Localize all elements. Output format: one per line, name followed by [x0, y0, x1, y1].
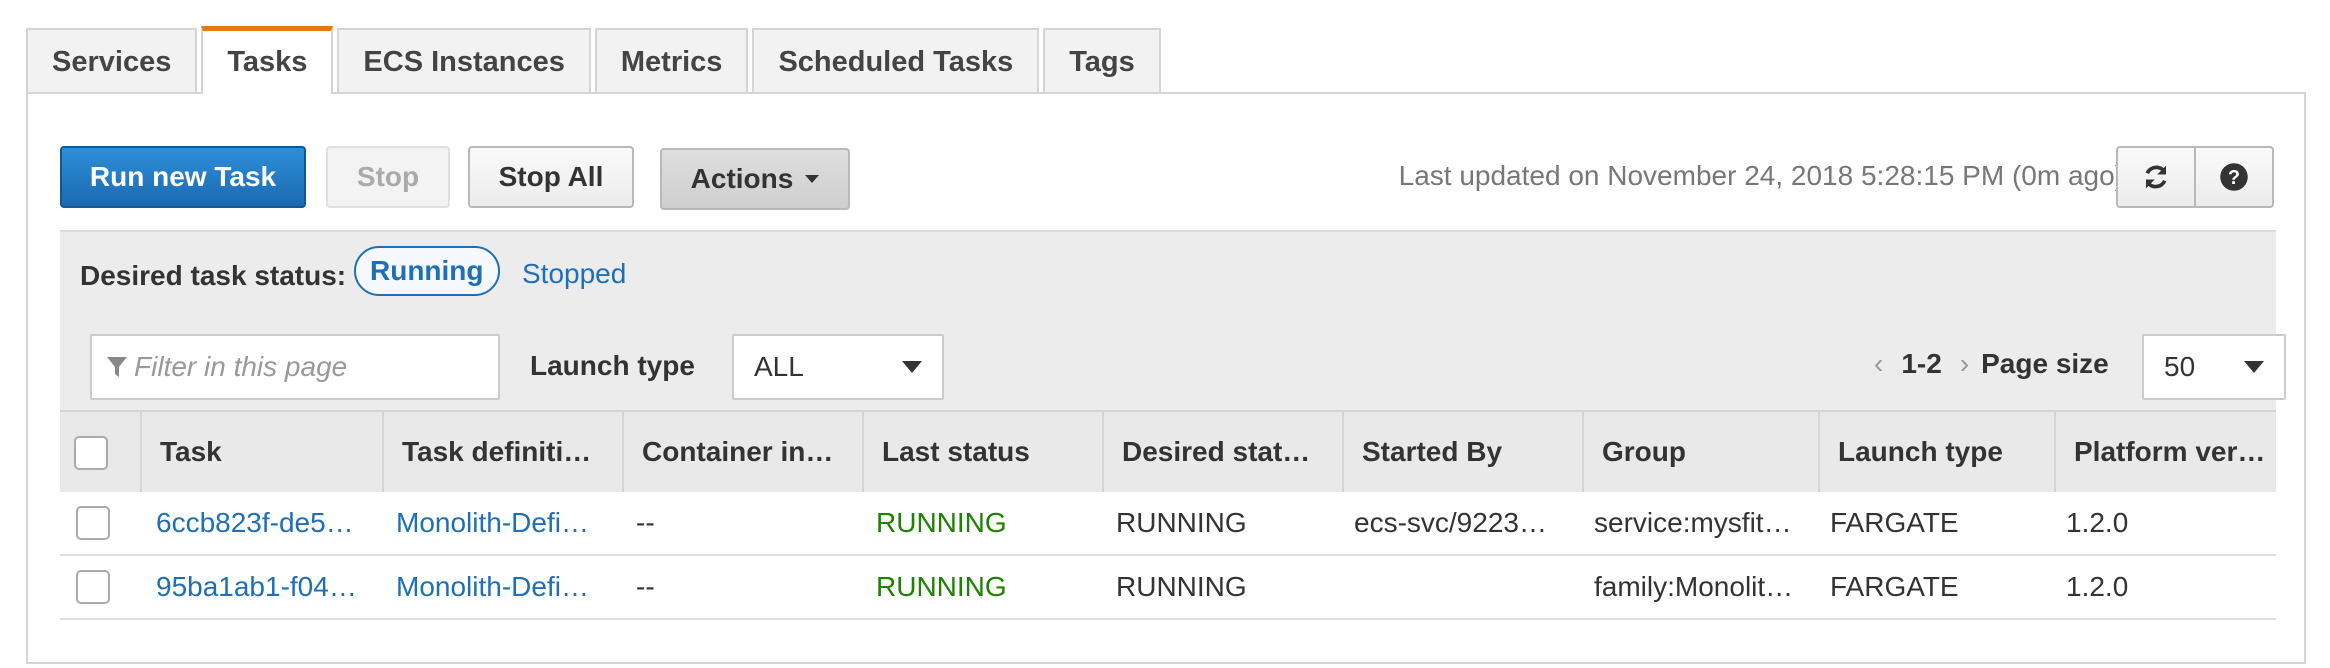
filter-bar: Launch type ALL ‹ 1-2 › Page size 50	[60, 326, 2286, 410]
page-size-label: Page size	[1981, 348, 2109, 379]
svg-text:?: ?	[2228, 167, 2240, 189]
actions-label: Actions	[690, 163, 794, 194]
last-status-cell: RUNNING	[876, 571, 1007, 602]
page-size-value: 50	[2164, 351, 2196, 382]
tab-scheduled-tasks[interactable]: Scheduled Tasks	[752, 28, 1040, 94]
help-button[interactable]: ?	[2194, 146, 2274, 208]
row-checkbox[interactable]	[76, 506, 110, 540]
stop-button[interactable]: Stop	[326, 146, 450, 208]
page-size-select[interactable]: 50	[2142, 334, 2286, 400]
column-header-launch-type[interactable]: Launch type	[1818, 412, 2054, 492]
column-header-task[interactable]: Task	[140, 412, 382, 492]
table-row: 95ba1ab1-f04… Monolith-Defi… -- RUNNING …	[60, 556, 2276, 620]
tab-ecs-instances[interactable]: ECS Instances	[337, 28, 591, 94]
select-all-checkbox[interactable]	[74, 436, 108, 470]
column-header-started-by[interactable]: Started By	[1342, 412, 1582, 492]
task-id-link[interactable]: 6ccb823f-de5…	[156, 492, 374, 554]
launch-type-cell: FARGATE	[1830, 507, 1959, 538]
tab-metrics[interactable]: Metrics	[594, 28, 749, 94]
help-icon: ?	[2220, 163, 2248, 191]
column-header-task-definition[interactable]: Task definiti…	[382, 412, 622, 492]
tab-tasks[interactable]: Tasks	[201, 26, 334, 97]
desired-status-bar: Desired task status: Running Stopped	[60, 230, 2276, 326]
started-by-cell	[1354, 556, 1564, 618]
tab-tags[interactable]: Tags	[1043, 28, 1161, 94]
pagination: ‹ 1-2 › Page size	[1874, 348, 2109, 380]
table-header: Task Task definiti… Container in… Last s…	[60, 410, 2276, 492]
status-stopped-link[interactable]: Stopped	[522, 258, 626, 290]
status-running-pill[interactable]: Running	[354, 246, 500, 296]
filter-field[interactable]	[90, 334, 500, 400]
desired-status-cell: RUNNING	[1116, 507, 1247, 538]
row-checkbox[interactable]	[76, 570, 110, 604]
column-header-container-instance[interactable]: Container in…	[622, 412, 862, 492]
refresh-icon	[2145, 165, 2167, 189]
column-header-desired-status[interactable]: Desired stat…	[1102, 412, 1342, 492]
launch-type-select[interactable]: ALL	[732, 334, 944, 400]
run-new-task-button[interactable]: Run new Task	[60, 146, 306, 208]
launch-type-value: ALL	[754, 351, 804, 382]
group-cell: family:Monolit…	[1594, 571, 1794, 602]
filter-icon	[107, 357, 127, 377]
column-header-group[interactable]: Group	[1582, 412, 1818, 492]
filter-input[interactable]	[134, 351, 494, 383]
platform-version-cell: 1.2.0	[2066, 571, 2129, 602]
table-row: 6ccb823f-de5… Monolith-Defi… -- RUNNING …	[60, 492, 2276, 556]
column-header-last-status[interactable]: Last status	[862, 412, 1102, 492]
stop-all-button[interactable]: Stop All	[468, 146, 634, 208]
started-by-cell: ecs-svc/9223…	[1354, 507, 1547, 538]
desired-status-cell: RUNNING	[1116, 571, 1247, 602]
next-page-icon[interactable]: ›	[1960, 348, 1969, 380]
task-id-link[interactable]: 95ba1ab1-f04…	[156, 556, 374, 618]
tab-bar: Services Tasks ECS Instances Metrics Sch…	[26, 26, 1165, 97]
container-instance-cell: --	[636, 507, 655, 538]
page-range: 1-2	[1901, 348, 1942, 379]
actions-dropdown-button[interactable]: Actions	[660, 148, 850, 210]
launch-type-label: Launch type	[530, 350, 695, 381]
task-definition-link[interactable]: Monolith-Defi…	[396, 556, 614, 618]
tasks-panel: Run new Task Stop Stop All Actions Last …	[26, 92, 2306, 664]
last-updated-text: Last updated on November 24, 2018 5:28:1…	[1398, 160, 2124, 191]
refresh-button[interactable]	[2116, 146, 2196, 208]
desired-status-label: Desired task status:	[80, 260, 347, 291]
tab-services[interactable]: Services	[26, 28, 198, 94]
caret-down-icon	[805, 175, 820, 183]
platform-version-cell: 1.2.0	[2066, 507, 2129, 538]
task-definition-link[interactable]: Monolith-Defi…	[396, 492, 614, 554]
container-instance-cell: --	[636, 571, 655, 602]
last-status-cell: RUNNING	[876, 507, 1007, 538]
group-cell: service:mysfit…	[1594, 507, 1792, 538]
dropdown-arrow-icon	[2244, 361, 2264, 373]
column-header-platform-version[interactable]: Platform ver…	[2054, 412, 2276, 492]
dropdown-arrow-icon	[902, 361, 922, 373]
prev-page-icon[interactable]: ‹	[1874, 348, 1883, 380]
launch-type-cell: FARGATE	[1830, 571, 1959, 602]
